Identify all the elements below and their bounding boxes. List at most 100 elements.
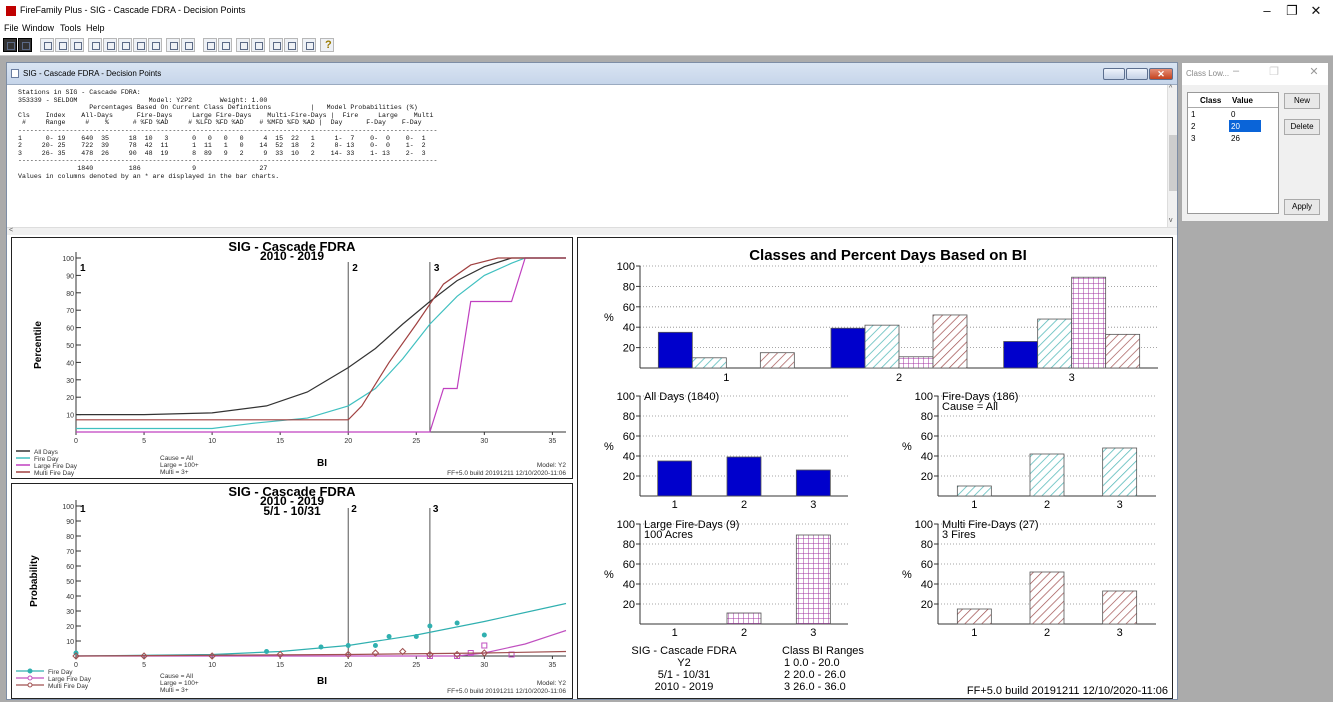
chart-icon[interactable] bbox=[166, 38, 180, 52]
class-restore-button[interactable]: ❐ bbox=[1264, 65, 1284, 78]
report-horizontal-scrollbar[interactable]: < bbox=[7, 227, 1177, 235]
copy-icon[interactable] bbox=[251, 38, 265, 52]
help-icon[interactable] bbox=[320, 38, 334, 52]
percent-label: % bbox=[902, 441, 912, 453]
class-window-title: Class Low... bbox=[1186, 69, 1230, 78]
minimize-button[interactable]: – bbox=[1257, 3, 1277, 18]
report-line: Cls Index All-Days Fire-Days Large Fire-… bbox=[18, 111, 434, 119]
menu-file[interactable]: File bbox=[4, 23, 19, 33]
class-icon[interactable] bbox=[203, 38, 217, 52]
child-close-button[interactable]: ✕ bbox=[1149, 68, 1173, 80]
x-tick-label: 1 bbox=[672, 627, 678, 639]
menu-window[interactable]: Window bbox=[22, 23, 54, 33]
value-cell[interactable]: 26 bbox=[1231, 134, 1240, 143]
y-tick-label: 80 bbox=[623, 281, 635, 293]
apply-button[interactable]: Apply bbox=[1284, 199, 1320, 215]
percentile-icon[interactable] bbox=[103, 38, 117, 52]
report-line: 2 20- 25 722 39 78 42 11 1 11 1 0 14 52 … bbox=[18, 142, 426, 150]
value-cell-selected[interactable]: 20 bbox=[1229, 120, 1261, 132]
decision-point-label: 1 bbox=[80, 263, 86, 274]
child-restore-button[interactable] bbox=[1126, 68, 1148, 80]
climatology-icon[interactable] bbox=[88, 38, 102, 52]
bar bbox=[1029, 453, 1065, 497]
y-tick-label: 100 bbox=[617, 391, 635, 403]
chart-note: Large = 100+ bbox=[160, 680, 199, 687]
export-icon[interactable] bbox=[269, 38, 283, 52]
probability-chart: 10 20 30 40 50 60 70 80 90 100 0 5 10 15 20 25 30 35 Proba… bbox=[16, 500, 567, 695]
class-cell[interactable]: 1 bbox=[1191, 110, 1195, 119]
fuel-model-icon[interactable] bbox=[70, 38, 84, 52]
decision-point-label: 2 bbox=[351, 504, 357, 515]
print-icon[interactable] bbox=[18, 38, 32, 52]
save-icon[interactable] bbox=[3, 38, 17, 52]
seasonal-icon[interactable] bbox=[133, 38, 147, 52]
x-tick-label: 30 bbox=[480, 438, 488, 445]
scroll-thumb[interactable] bbox=[1169, 135, 1177, 191]
y-tick-label: 80 bbox=[623, 539, 635, 551]
close-button[interactable]: ✕ bbox=[1306, 3, 1326, 19]
y-tick-label: 80 bbox=[921, 411, 933, 423]
scroll-up-icon[interactable]: ^ bbox=[1169, 85, 1172, 92]
class-minimize-button[interactable]: – bbox=[1226, 65, 1246, 77]
chart-note: Multi = 3+ bbox=[160, 469, 189, 476]
x-tick-label: 1 bbox=[723, 372, 729, 384]
probability-chart-panel: SIG - Cascade FDRA 2010 - 2019 5/1 - 10/… bbox=[11, 483, 573, 699]
class-column-header: Class bbox=[1200, 96, 1222, 105]
menu-tools[interactable]: Tools bbox=[60, 23, 81, 33]
x-tick-label: 0 bbox=[74, 662, 78, 669]
x-tick-label: 30 bbox=[480, 662, 488, 669]
fit-line bbox=[75, 650, 567, 657]
scroll-down-icon[interactable]: v bbox=[1169, 217, 1173, 224]
report-line: # Range # % # %FD %AD # %LFD %FD %AD # %… bbox=[18, 119, 422, 127]
legend-marker bbox=[27, 675, 33, 681]
zoom-icon[interactable] bbox=[302, 38, 316, 52]
bar bbox=[1102, 590, 1138, 625]
class-table[interactable]: Class Value 1 0 2 20 3 26 bbox=[1187, 92, 1279, 214]
value-cell[interactable]: 0 bbox=[1231, 110, 1235, 119]
weather-icon[interactable] bbox=[55, 38, 69, 52]
new-button[interactable]: New bbox=[1284, 93, 1320, 109]
model-label: Model: Y2 bbox=[537, 462, 567, 469]
x-tick-label: 5 bbox=[142, 662, 146, 669]
decision-points-icon[interactable] bbox=[181, 38, 195, 52]
graph-icon[interactable] bbox=[148, 38, 162, 52]
analysis-icon[interactable] bbox=[118, 38, 132, 52]
x-tick-label: 2 bbox=[896, 372, 902, 384]
y-tick-label: 30 bbox=[66, 378, 74, 385]
settings-icon[interactable] bbox=[284, 38, 298, 52]
cumulative-icon[interactable] bbox=[218, 38, 232, 52]
y-tick-label: 20 bbox=[623, 599, 635, 611]
y-tick-label: 20 bbox=[66, 395, 74, 402]
report-line: Stations in SIG - Cascade FDRA: bbox=[18, 89, 141, 96]
y-tick-label: 100 bbox=[617, 261, 635, 273]
bar bbox=[726, 612, 762, 625]
stations-icon[interactable] bbox=[40, 38, 54, 52]
class-cell[interactable]: 3 bbox=[1191, 134, 1195, 143]
bar bbox=[726, 456, 762, 497]
restore-button[interactable]: ❐ bbox=[1282, 3, 1302, 19]
menu-bar: File Window Tools Help bbox=[0, 22, 1333, 36]
toolbar bbox=[0, 36, 1333, 56]
child-minimize-button[interactable] bbox=[1103, 68, 1125, 80]
scroll-left-icon[interactable]: < bbox=[9, 227, 13, 234]
class-close-button[interactable]: ✕ bbox=[1304, 65, 1324, 78]
menu-help[interactable]: Help bbox=[86, 23, 105, 33]
class-cell[interactable]: 2 bbox=[1191, 122, 1195, 131]
y-tick-label: 100 bbox=[62, 504, 74, 511]
y-tick-label: 100 bbox=[617, 519, 635, 531]
compare-icon[interactable] bbox=[236, 38, 250, 52]
series-line-multi-fire-day bbox=[76, 257, 566, 421]
x-tick-label: 10 bbox=[208, 662, 216, 669]
data-point bbox=[264, 649, 270, 654]
footer-info: 5/1 - 10/31 bbox=[658, 669, 711, 681]
delete-button[interactable]: Delete bbox=[1284, 119, 1320, 135]
data-point bbox=[372, 643, 378, 648]
y-tick-label: 100 bbox=[915, 391, 933, 403]
y-tick-label: 40 bbox=[623, 322, 635, 334]
report-vertical-scrollbar[interactable]: ^ v bbox=[1167, 85, 1177, 227]
x-tick-label: 2 bbox=[1044, 627, 1050, 639]
y-tick-label: 60 bbox=[623, 431, 635, 443]
data-point bbox=[481, 632, 487, 638]
bar-panel-title: Classes and Percent Days Based on BI bbox=[749, 247, 1027, 264]
percentile-chart-panel: SIG - Cascade FDRA 2010 - 2019 10 20 30 40 5… bbox=[11, 237, 573, 479]
